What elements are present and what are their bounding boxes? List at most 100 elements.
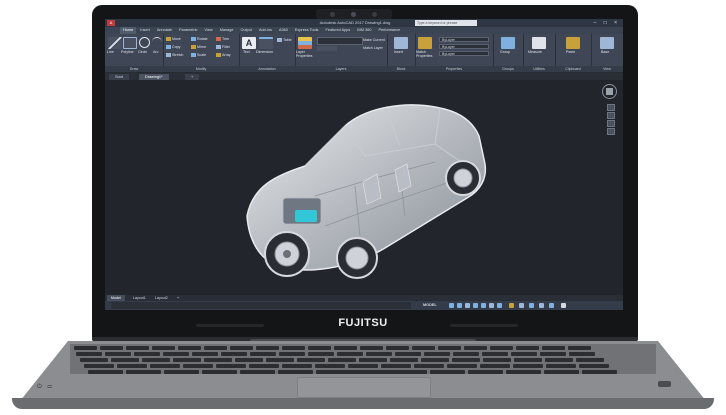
model-space-toggle[interactable]: MODEL — [423, 301, 437, 310]
touchpad[interactable] — [297, 377, 431, 398]
keyboard-key[interactable] — [511, 352, 537, 356]
drawing-viewport[interactable] — [105, 80, 623, 295]
tab-a360[interactable]: A360 — [276, 27, 291, 34]
zoom-extents-icon[interactable] — [607, 120, 615, 127]
keyboard-key[interactable] — [76, 352, 102, 356]
copy-button[interactable]: Copy — [166, 45, 180, 50]
keyboard-key[interactable] — [542, 346, 565, 350]
match-properties-icon[interactable] — [418, 37, 432, 49]
window-controls[interactable]: – □ × — [594, 19, 621, 27]
keyboard-key[interactable] — [360, 346, 383, 350]
paste-icon[interactable] — [566, 37, 580, 49]
snap-icon[interactable] — [457, 303, 462, 308]
keyboard-key[interactable] — [84, 364, 114, 368]
base-view-icon[interactable] — [600, 37, 614, 49]
line-icon[interactable] — [108, 37, 122, 49]
measure-icon[interactable] — [532, 37, 546, 49]
grid-icon[interactable] — [449, 303, 454, 308]
keyboard-key[interactable] — [468, 370, 503, 374]
keyboard-key[interactable] — [483, 358, 511, 362]
keyboard-key[interactable] — [202, 370, 237, 374]
keyboard-key[interactable] — [126, 346, 149, 350]
keyboard-key[interactable] — [490, 346, 513, 350]
keyboard-key[interactable] — [452, 358, 480, 362]
keyboard-key[interactable] — [545, 358, 573, 362]
tab-output[interactable]: Output — [238, 27, 255, 34]
pan-icon[interactable] — [607, 112, 615, 119]
tab-express-tools[interactable]: Express Tools — [292, 27, 322, 34]
full-navigation-wheel-icon[interactable] — [607, 104, 615, 111]
keyboard-key[interactable] — [308, 346, 331, 350]
keyboard-key[interactable] — [328, 358, 356, 362]
fillet-button[interactable]: Fillet — [216, 45, 230, 50]
keyboard-key[interactable] — [390, 358, 418, 362]
keyboard-key[interactable] — [576, 358, 604, 362]
group-icon[interactable] — [501, 37, 515, 49]
keyboard-key[interactable] — [249, 364, 279, 368]
keyboard-key[interactable] — [279, 352, 305, 356]
keyboard-key[interactable] — [150, 364, 180, 368]
keyboard-key[interactable] — [315, 364, 345, 368]
keyboard-key[interactable] — [348, 364, 378, 368]
keyboard-key[interactable] — [546, 364, 576, 368]
keyboard-key[interactable] — [297, 358, 325, 362]
keyboard-key[interactable] — [152, 346, 175, 350]
keyboard-key[interactable] — [316, 370, 427, 374]
keyboard-key[interactable] — [513, 364, 543, 368]
keyboard-key[interactable] — [117, 364, 147, 368]
keyboard-key[interactable] — [266, 358, 294, 362]
viewcube-icon[interactable] — [602, 84, 617, 99]
lineweight-dropdown[interactable]: ByLayer — [439, 44, 489, 49]
keyboard-key[interactable] — [540, 352, 566, 356]
move-button[interactable]: Move — [166, 37, 181, 42]
keyboard-key[interactable] — [582, 370, 617, 374]
keyboard-key[interactable] — [216, 364, 246, 368]
keyboard-key[interactable] — [334, 346, 357, 350]
keyboard-key[interactable] — [337, 352, 363, 356]
rotate-button[interactable]: Rotate — [191, 37, 208, 42]
keyboard-key[interactable] — [282, 346, 305, 350]
keyboard-key[interactable] — [126, 370, 161, 374]
tab-featured-apps[interactable]: Featured Apps — [323, 27, 354, 34]
keyboard-key[interactable] — [569, 352, 595, 356]
ortho-icon[interactable] — [465, 303, 470, 308]
keyboard-key[interactable] — [438, 346, 461, 350]
keyboard-key[interactable] — [80, 358, 108, 362]
keyboard-key[interactable] — [282, 364, 312, 368]
keyboard-key[interactable] — [204, 358, 232, 362]
keyboard-key[interactable] — [568, 346, 591, 350]
keyboard-key[interactable] — [414, 364, 444, 368]
keyboard-key[interactable] — [178, 346, 201, 350]
keyboard-key[interactable] — [480, 364, 510, 368]
keyboard-key[interactable] — [381, 364, 411, 368]
linetype-dropdown[interactable]: ByLayer — [439, 51, 489, 56]
keyboard-key[interactable] — [359, 358, 387, 362]
keyboard-key[interactable] — [544, 370, 579, 374]
keyboard-key[interactable] — [430, 370, 465, 374]
lineweight-icon[interactable] — [497, 303, 502, 308]
keyboard-key[interactable] — [164, 370, 199, 374]
tab-view[interactable]: View — [202, 27, 216, 34]
keyboard-key[interactable] — [579, 364, 609, 368]
tab-manage[interactable]: Manage — [217, 27, 237, 34]
keyboard-key[interactable] — [100, 346, 123, 350]
tab-add-ins[interactable]: Add-ins — [256, 27, 275, 34]
keyboard-key[interactable] — [308, 352, 334, 356]
keyboard-key[interactable] — [240, 370, 275, 374]
annotation-scale-icon[interactable] — [509, 303, 514, 308]
keyboard-key[interactable] — [163, 352, 189, 356]
hardware-acceleration-icon[interactable] — [539, 303, 544, 308]
tab-insert[interactable]: Insert — [137, 27, 153, 34]
keyboard-key[interactable] — [464, 346, 487, 350]
insert-block-icon[interactable] — [394, 37, 408, 49]
dimension-icon[interactable] — [259, 37, 273, 49]
polyline-icon[interactable] — [123, 37, 137, 49]
keyboard-key[interactable] — [250, 352, 276, 356]
tab-bim-360[interactable]: BIM 360 — [354, 27, 374, 34]
keyboard-key[interactable] — [221, 352, 247, 356]
keyboard-key[interactable] — [412, 346, 435, 350]
keyboard-key[interactable] — [421, 358, 449, 362]
keyboard-key[interactable] — [278, 370, 313, 374]
keyboard-key[interactable] — [424, 352, 450, 356]
layer-state-icons[interactable] — [317, 46, 337, 51]
